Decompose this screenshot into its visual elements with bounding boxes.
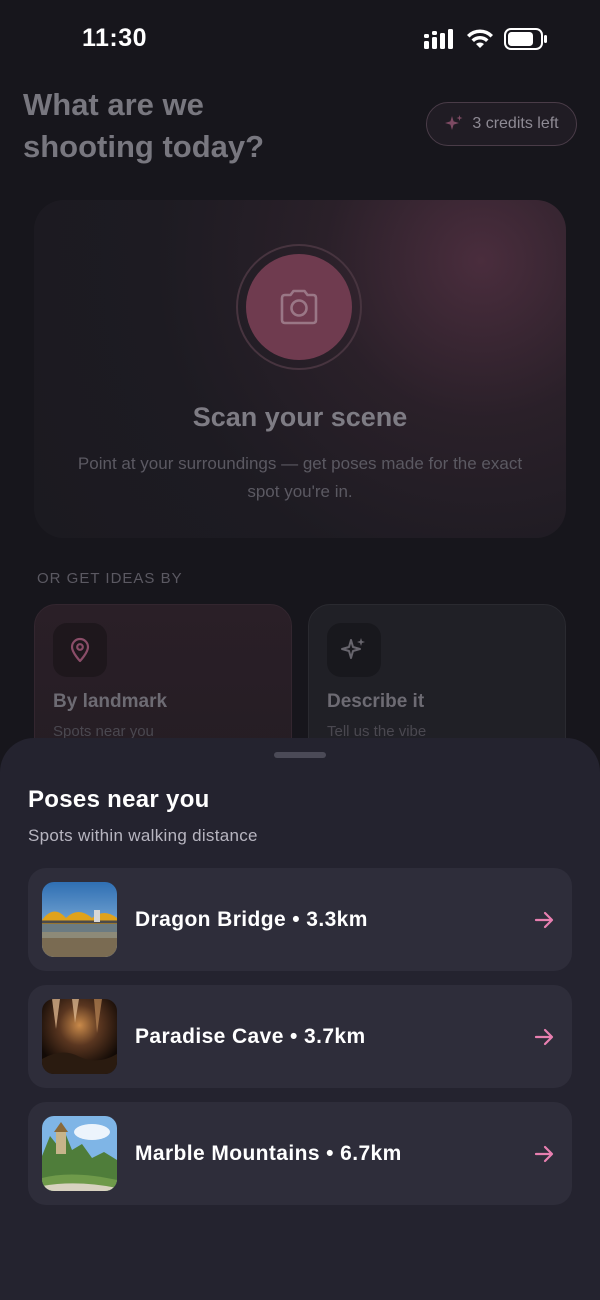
poses-near-you-sheet: Poses near you Spots within walking dist… [0, 738, 600, 1300]
arrow-right-icon [534, 1145, 554, 1163]
scan-description: Point at your surroundings — get poses m… [77, 454, 523, 501]
place-label: Dragon Bridge • 3.3km [135, 907, 368, 931]
place-row-dragon-bridge[interactable]: Dragon Bridge • 3.3km [28, 868, 572, 971]
place-label: Marble Mountains • 6.7km [135, 1141, 402, 1165]
paradise-cave-photo [42, 999, 117, 1074]
battery-icon [504, 28, 547, 50]
home-screen: 11:30 What are we shooting today? 3 cred… [0, 0, 600, 1300]
camera-icon [280, 289, 318, 325]
places-list: Dragon Bridge • 3.3km Paradise Cave • 3.… [28, 868, 572, 1219]
sheet-subtitle: Spots within walking distance [28, 826, 258, 845]
map-pin-icon [70, 637, 90, 663]
credits-badge[interactable]: 3 credits left [426, 102, 577, 146]
credits-label: 3 credits left [472, 115, 559, 132]
sparkle-icon [445, 115, 463, 130]
scan-title: Scan your scene [192, 402, 408, 432]
scan-button-ring [236, 244, 362, 370]
page-title: What are we shooting today? [23, 87, 265, 164]
marble-mountains-photo [42, 1116, 117, 1191]
ideas-section-label: OR GET IDEAS BY [37, 570, 183, 587]
signal-icon [424, 29, 453, 49]
sheet-title: Poses near you [28, 786, 210, 813]
scan-button[interactable] [246, 254, 352, 360]
place-row-paradise-cave[interactable]: Paradise Cave • 3.7km [28, 985, 572, 1088]
idea-title: Describe it [327, 691, 425, 712]
idea-title: By landmark [53, 691, 168, 712]
scan-scene-card[interactable]: Scan your scene Point at your surroundin… [34, 200, 566, 538]
status-time: 11:30 [82, 24, 148, 52]
wifi-icon [467, 29, 493, 48]
idea-icon-box [53, 623, 107, 677]
idea-icon-box [327, 623, 381, 677]
place-row-marble-mountains[interactable]: Marble Mountains • 6.7km [28, 1102, 572, 1205]
arrow-right-icon [534, 911, 554, 929]
arrow-right-icon [534, 1028, 554, 1046]
status-icons [424, 28, 548, 50]
place-label: Paradise Cave • 3.7km [135, 1024, 366, 1048]
dragon-bridge-photo [42, 882, 117, 957]
status-bar: 11:30 [0, 0, 600, 80]
sparkle-icon [341, 638, 365, 659]
sheet-drag-handle[interactable] [274, 752, 326, 758]
